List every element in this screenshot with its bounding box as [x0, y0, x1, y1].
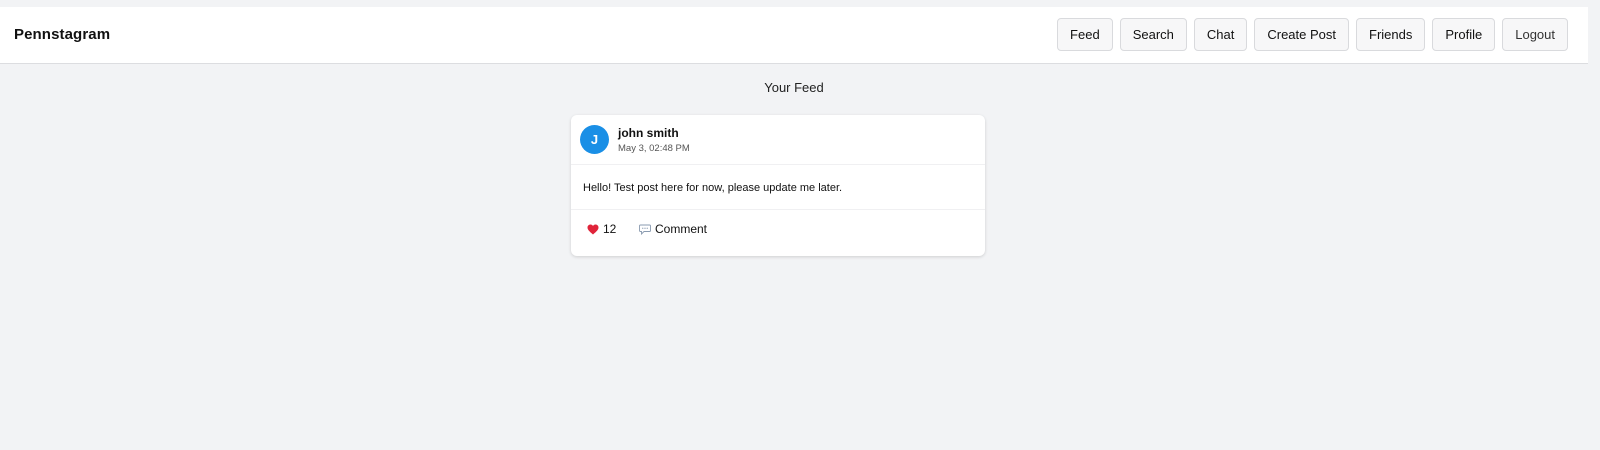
nav-profile-button[interactable]: Profile [1432, 18, 1496, 51]
post-timestamp: May 3, 02:48 PM [618, 143, 690, 154]
navbar: Pennstagram Feed Search Chat Create Post… [0, 7, 1588, 64]
comment-button[interactable]: Comment [639, 222, 707, 236]
nav-search-button[interactable]: Search [1119, 18, 1187, 51]
post-actions: 12 Comment [571, 210, 985, 257]
post-author[interactable]: john smith [618, 126, 679, 140]
nav-logout-button[interactable]: Logout [1502, 18, 1568, 51]
heart-icon [587, 224, 599, 234]
like-count: 12 [603, 222, 617, 236]
post-body: Hello! Test post here for now, please up… [571, 165, 985, 210]
avatar[interactable]: J [580, 125, 609, 154]
nav-feed-button[interactable]: Feed [1057, 18, 1113, 51]
like-button[interactable]: 12 [587, 222, 616, 236]
speech-bubble-icon [639, 224, 651, 235]
post-text: Hello! Test post here for now, please up… [583, 182, 843, 194]
top-strip [0, 0, 1600, 7]
brand-logo[interactable]: Pennstagram [14, 26, 110, 43]
feed-title: Your Feed [764, 80, 824, 95]
post-header: J john smith May 3, 02:48 PM [571, 115, 985, 165]
post-card: J john smith May 3, 02:48 PM Hello! Test… [571, 115, 985, 256]
nav-chat-button[interactable]: Chat [1193, 18, 1248, 51]
nav-buttons: Feed Search Chat Create Post Friends Pro… [1057, 18, 1568, 51]
nav-create-post-button[interactable]: Create Post [1254, 18, 1350, 51]
nav-friends-button[interactable]: Friends [1356, 18, 1426, 51]
comment-label: Comment [655, 222, 708, 236]
